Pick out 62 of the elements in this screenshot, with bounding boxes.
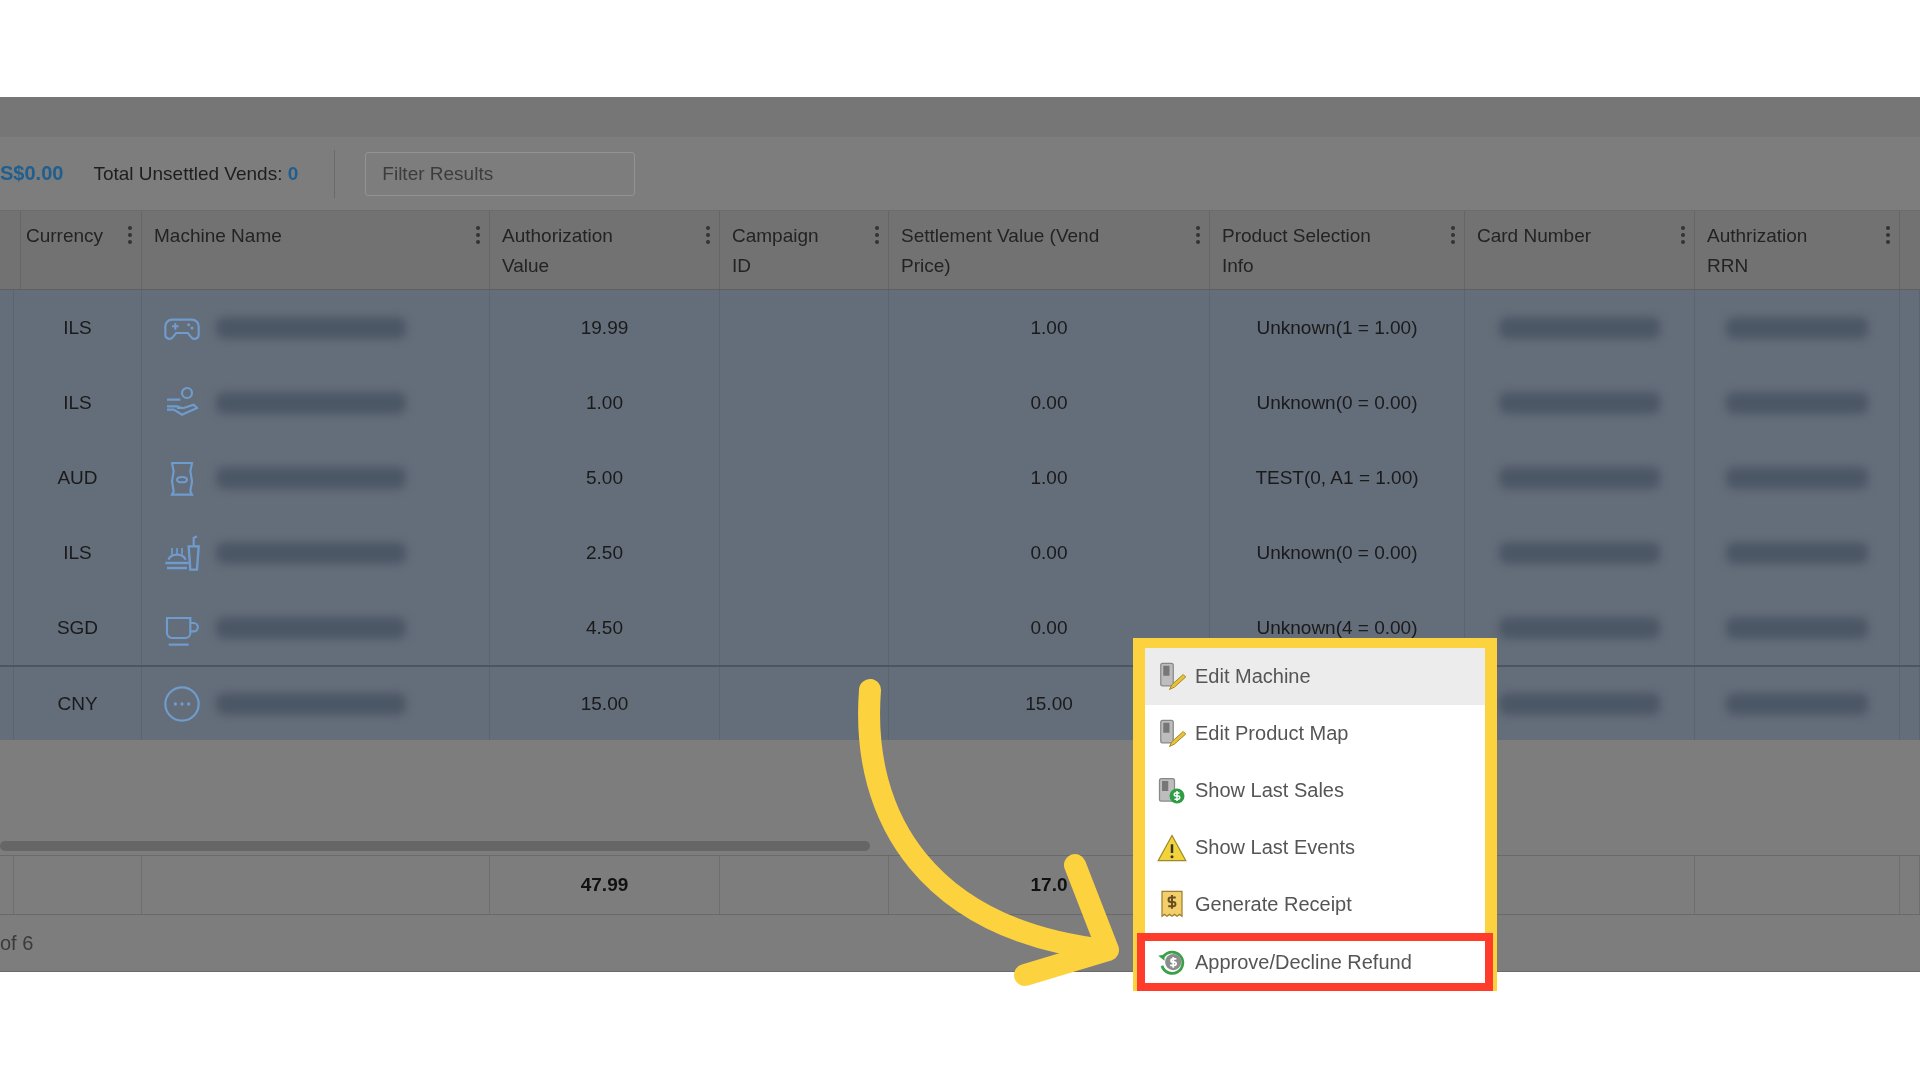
table-cell: ILS <box>63 391 92 414</box>
unsettled-vends-label: Total Unsettled Vends: 0 <box>93 162 299 185</box>
column-header[interactable]: Machine Name <box>154 221 282 251</box>
column-menu-icon <box>1195 225 1201 245</box>
table-cell: 1.00 <box>1030 316 1068 339</box>
column-header[interactable]: Authrization RRN <box>1707 221 1841 281</box>
table-cell: SGD <box>56 616 99 639</box>
table-cell: Unknown(0 = 0.00) <box>1256 391 1418 414</box>
table-cell: CNY <box>57 692 98 715</box>
table-cell: 15.00 <box>1025 692 1073 715</box>
column-menu-icon <box>127 225 133 245</box>
menu-item[interactable]: Show Last Events <box>1145 819 1485 876</box>
column-menu-icon <box>475 225 481 245</box>
page-count: of 6 <box>0 931 34 955</box>
table-row[interactable]: ILS 19.99 1.00 Unknown(1 = 1.00) <box>0 290 1920 365</box>
column-header[interactable]: Currency <box>26 221 104 251</box>
table-cell: 1.00 <box>586 391 623 414</box>
table-cell: 0.00 <box>1030 541 1068 564</box>
scrollbar[interactable] <box>0 841 870 851</box>
table-row[interactable]: SGD 4.50 0.00 Unknown(4 = 0.00) <box>0 590 1920 665</box>
table-cell: 15.00 <box>580 692 629 715</box>
table-cell: TEST(0, A1 = 1.00) <box>1255 466 1419 489</box>
column-menu-icon <box>874 225 880 245</box>
column-header[interactable]: Settlement Value (Vend Price) <box>901 221 1151 281</box>
column-header[interactable]: Campaign ID <box>732 221 830 281</box>
machine-edit-icon <box>1157 718 1187 749</box>
total-value: 47.99 <box>580 874 629 896</box>
table-cell: 19.99 <box>580 316 629 339</box>
menu-item[interactable]: Approve/Decline Refund <box>1145 941 1485 983</box>
table-cell: ILS <box>63 541 92 564</box>
column-menu-icon <box>1680 225 1686 245</box>
filter-field[interactable]: Filter Results <box>365 151 636 196</box>
more-circle-icon <box>162 683 202 724</box>
column-menu-icon <box>1450 225 1456 245</box>
table-cell: 0.00 <box>1030 391 1068 414</box>
table-row[interactable]: ILS 2.50 0.00 Unknown(0 = 0.00) <box>0 515 1920 590</box>
table-cell: Unknown(0 = 0.00) <box>1256 541 1418 564</box>
menu-item[interactable]: Generate Receipt <box>1145 876 1485 933</box>
machine-dollar-icon <box>1157 775 1187 806</box>
table-cell: ILS <box>63 316 92 339</box>
column-header[interactable]: Authorization Value <box>502 221 661 281</box>
menu-item[interactable]: Edit Machine <box>1145 648 1485 705</box>
table-cell: 0.00 <box>1030 616 1068 639</box>
warning-icon <box>1157 832 1187 863</box>
food-tray-icon <box>162 532 202 573</box>
column-menu-icon <box>1885 225 1891 245</box>
total-value: 17.0 <box>1030 874 1068 896</box>
table-cell: Unknown(4 = 0.00) <box>1256 616 1418 639</box>
table-cell: 4.50 <box>586 616 623 639</box>
table-cell: 2.50 <box>586 541 623 564</box>
table-row[interactable]: ILS 1.00 0.00 Unknown(0 = 0.00) <box>0 365 1920 440</box>
table-cell: AUD <box>57 466 98 489</box>
column-menu-icon <box>705 225 711 245</box>
column-header[interactable]: Product Selection Info <box>1222 221 1406 281</box>
table-cell: 1.00 <box>1030 466 1068 489</box>
menu-item[interactable]: Show Last Sales <box>1145 762 1485 819</box>
table-cell: 5.00 <box>586 466 623 489</box>
column-header[interactable]: Card Number <box>1477 221 1592 251</box>
table-cell: Unknown(1 = 1.00) <box>1256 316 1418 339</box>
table-row[interactable]: AUD 5.00 1.00 TEST(0, A1 = 1.00) <box>0 440 1920 515</box>
total-amount: S$0.00 <box>0 162 64 185</box>
machine-edit-icon <box>1157 661 1187 692</box>
